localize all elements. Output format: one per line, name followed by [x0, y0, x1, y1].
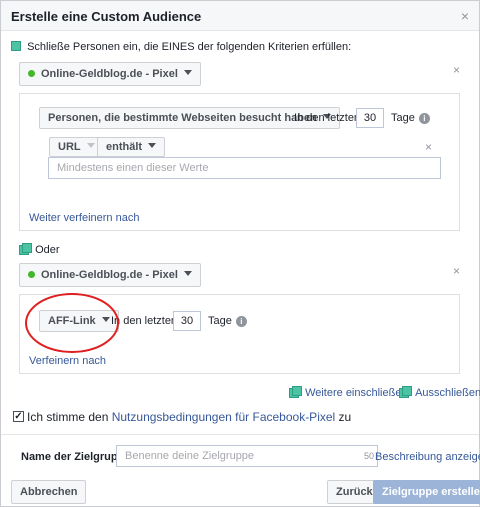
remove-rule-2-icon[interactable]: × — [453, 264, 460, 278]
pixel-select-2[interactable]: Online-Geldblog.de - Pixel — [19, 263, 201, 287]
criteria-intro-text: Schließe Personen ein, die EINES der fol… — [27, 41, 352, 53]
tage-text-1: Tage — [391, 112, 415, 124]
refine-further-link[interactable]: Weiter verfeinern nach — [29, 212, 139, 224]
create-audience-button[interactable]: Zielgruppe erstellen — [373, 480, 480, 504]
chevron-down-icon — [183, 271, 192, 276]
or-divider: Oder — [19, 243, 60, 256]
criteria-intro: Schließe Personen ein, die EINES der fol… — [11, 41, 351, 53]
chevron-down-icon — [86, 143, 95, 148]
copy-squares-icon — [19, 243, 32, 255]
remove-filter-icon[interactable]: × — [425, 140, 432, 154]
pixel-label-2: Online-Geldblog.de - Pixel — [41, 269, 178, 281]
operator-select[interactable]: enthält — [97, 137, 166, 157]
close-icon[interactable]: × — [461, 8, 469, 24]
condition-label: Personen, die bestimmte Webseiten besuch… — [48, 112, 317, 124]
remove-rule-1-icon[interactable]: × — [453, 63, 460, 77]
tage-label-2: Tage i — [208, 315, 247, 327]
chevron-down-icon — [183, 70, 192, 75]
pixel-status-dot — [28, 271, 35, 278]
terms-suffix: zu — [338, 410, 352, 424]
include-square-icon — [11, 41, 21, 51]
tage-label-1: Tage i — [391, 112, 430, 124]
exclude-label: Ausschließen — [415, 387, 480, 399]
create-custom-audience-dialog: Erstelle eine Custom Audience × Schließe… — [0, 0, 480, 507]
exclude-link[interactable]: Ausschließen — [399, 386, 480, 399]
operator-label: enthält — [106, 141, 143, 153]
event-label: AFF-Link — [48, 315, 96, 327]
url-values-input[interactable]: Mindestens einen dieser Werte — [48, 157, 441, 179]
in-den-letzten-label-2: In den letzten — [111, 315, 178, 327]
terms-text: Ich stimme den Nutzungsbedingungen für F… — [27, 410, 351, 424]
footer-divider — [1, 434, 479, 435]
char-count: 50 — [364, 451, 375, 461]
days-input-2[interactable]: 30 — [173, 311, 201, 331]
audience-name-input[interactable]: Benenne deine Zielgruppe — [116, 445, 378, 467]
dialog-title: Erstelle eine Custom Audience — [11, 9, 202, 24]
dialog-header: Erstelle eine Custom Audience × — [1, 1, 479, 31]
pixel-label-1: Online-Geldblog.de - Pixel — [41, 68, 178, 80]
or-label: Oder — [35, 244, 60, 256]
show-description-link[interactable]: Beschreibung anzeigen — [375, 451, 480, 463]
pixel-status-dot — [28, 70, 35, 77]
days-input-1[interactable]: 30 — [356, 108, 384, 128]
chevron-down-icon — [148, 143, 157, 148]
cancel-button[interactable]: Abbrechen — [11, 480, 87, 504]
terms-link[interactable]: Nutzungsbedingungen für Facebook-Pixel — [112, 410, 335, 424]
info-icon[interactable]: i — [235, 316, 247, 327]
tage-text-2: Tage — [208, 315, 232, 327]
chevron-down-icon — [101, 317, 110, 322]
pixel-select-1[interactable]: Online-Geldblog.de - Pixel — [19, 62, 201, 86]
event-select[interactable]: AFF-Link — [39, 310, 119, 332]
include-more-link[interactable]: Weitere einschließen — [289, 386, 408, 399]
terms-checkbox[interactable]: ✓ — [13, 411, 24, 422]
include-more-label: Weitere einschließen — [305, 387, 408, 399]
include-more-icon — [289, 386, 302, 398]
audience-name-label: Name der Zielgruppe — [21, 451, 131, 463]
exclude-icon — [399, 386, 412, 398]
in-den-letzten-label-1: In den letzten — [294, 112, 361, 124]
terms-prefix: Ich stimme den — [27, 410, 109, 424]
info-icon[interactable]: i — [418, 113, 430, 124]
url-label: URL — [58, 141, 81, 153]
refine-link[interactable]: Verfeinern nach — [29, 355, 106, 367]
url-select[interactable]: URL — [49, 137, 104, 157]
